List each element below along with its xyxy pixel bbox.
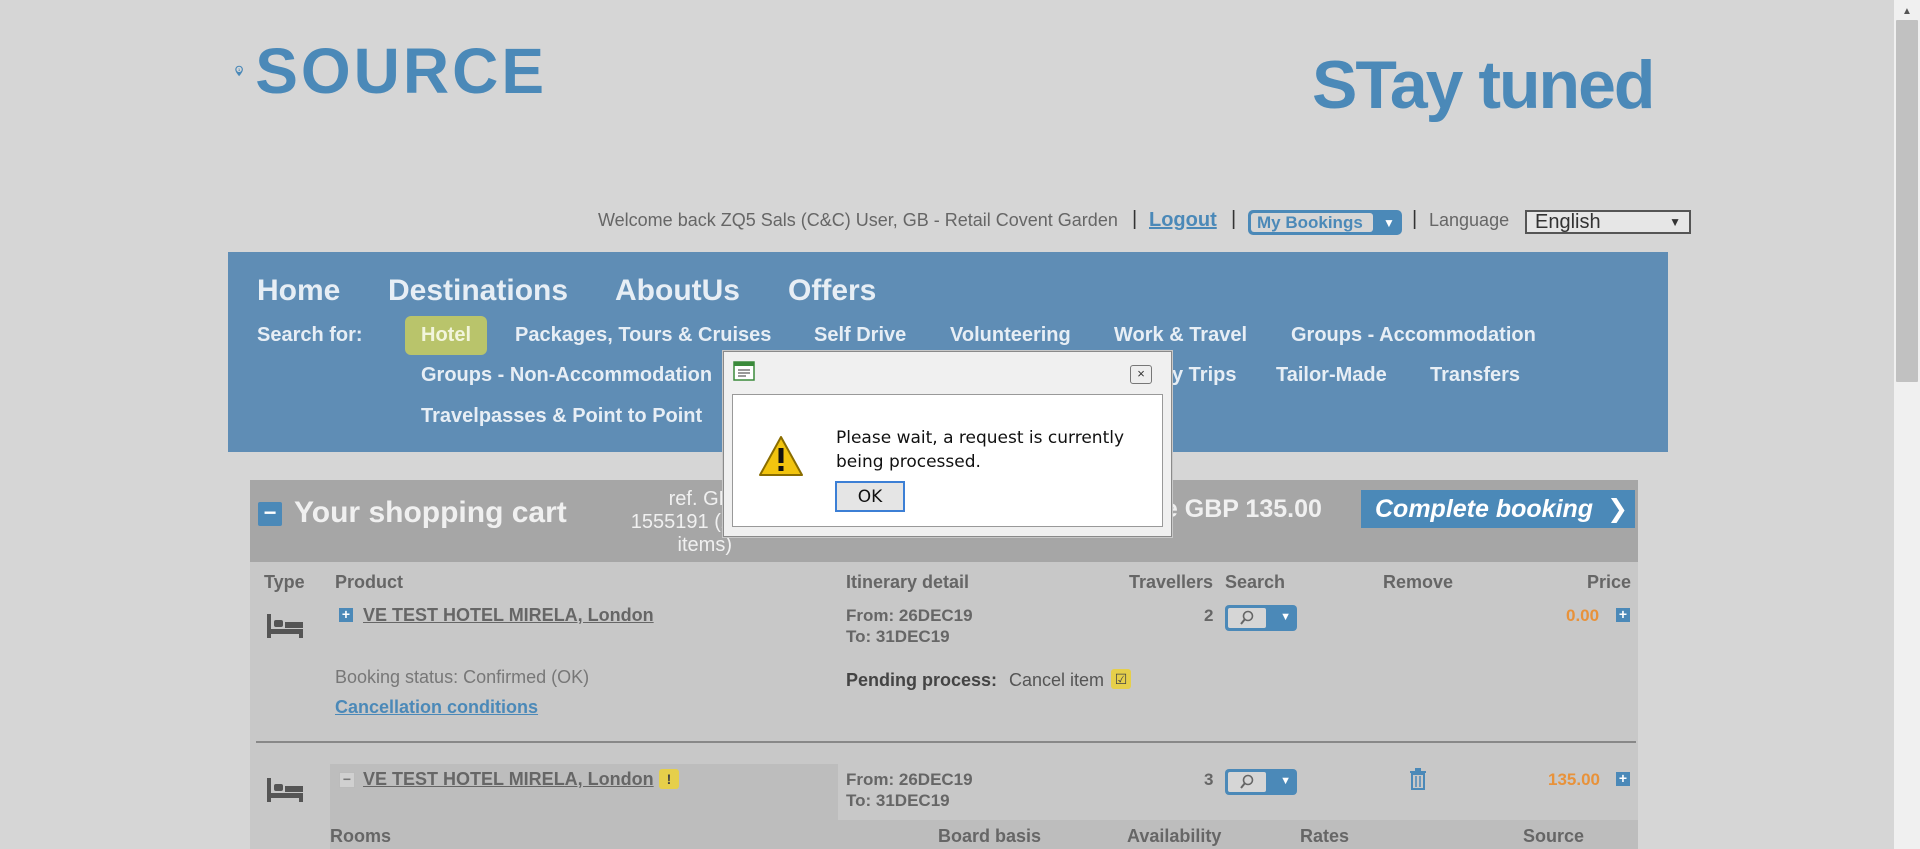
tab-day-trips[interactable]: y Trips bbox=[1172, 364, 1236, 387]
tab-groups-non-accommodation[interactable]: Groups - Non-Accommodation bbox=[421, 364, 712, 387]
processing-dialog: × Please wait, a request is currently be… bbox=[723, 351, 1172, 537]
ok-button[interactable]: OK bbox=[835, 481, 905, 512]
chevron-down-icon: ▼ bbox=[1669, 215, 1681, 229]
language-value: English bbox=[1535, 210, 1601, 233]
cart-reference: ref. GB 1555191 (2 items) bbox=[602, 488, 732, 557]
checklist-icon[interactable]: ☑ bbox=[1111, 669, 1131, 689]
itinerary-detail: From: 26DEC19 To: 31DEC19 bbox=[846, 769, 973, 811]
column-itinerary: Itinerary detail bbox=[846, 572, 970, 592]
item-price: 135.00 bbox=[1548, 770, 1600, 789]
search-dropdown[interactable]: ▼ bbox=[1225, 605, 1297, 631]
pending-process-value: Cancel item bbox=[1009, 670, 1105, 690]
cart-ref-line: ref. GB bbox=[668, 488, 732, 510]
search-icon bbox=[1228, 772, 1266, 792]
dialog-body: Please wait, a request is currently bein… bbox=[732, 394, 1163, 527]
row-divider bbox=[256, 741, 1636, 743]
search-dropdown[interactable]: ▼ bbox=[1225, 769, 1297, 795]
column-travellers: Travellers bbox=[1129, 572, 1214, 592]
column-source: Source bbox=[1523, 826, 1585, 846]
product-link[interactable]: VE TEST HOTEL MIRELA, London bbox=[363, 769, 654, 790]
product-link[interactable]: VE TEST HOTEL MIRELA, London bbox=[363, 605, 654, 626]
logout-link[interactable]: Logout bbox=[1149, 209, 1217, 232]
column-type: Type bbox=[264, 572, 305, 592]
cancellation-conditions-link[interactable]: Cancellation conditions bbox=[335, 697, 538, 718]
booking-status: Booking status: Confirmed (OK) bbox=[335, 667, 590, 687]
tab-transfers[interactable]: Transfers bbox=[1430, 364, 1520, 387]
my-bookings-label: My Bookings bbox=[1251, 213, 1373, 232]
map-pin-icon: 1 bbox=[235, 65, 243, 77]
column-search: Search bbox=[1225, 572, 1286, 592]
chevron-down-icon: ▼ bbox=[1383, 215, 1395, 230]
complete-booking-label: Complete booking bbox=[1375, 494, 1594, 523]
search-icon bbox=[1228, 608, 1266, 628]
tab-travelpasses[interactable]: Travelpasses & Point to Point bbox=[421, 405, 702, 428]
cart-title: Your shopping cart bbox=[294, 496, 567, 529]
my-bookings-dropdown[interactable]: My Bookings ▼ bbox=[1248, 210, 1402, 235]
itinerary-to: To: 31DEC19 bbox=[846, 627, 950, 646]
search-for-label: Search for: bbox=[257, 324, 363, 346]
tab-work-travel[interactable]: Work & Travel bbox=[1114, 324, 1247, 347]
column-price: Price bbox=[1587, 572, 1632, 592]
language-select[interactable]: English ▼ bbox=[1525, 210, 1691, 234]
stay-tuned-logo: STay tuned bbox=[1312, 42, 1655, 128]
nav-home[interactable]: Home bbox=[257, 274, 340, 308]
source-logo: 1 SOURCE bbox=[235, 28, 547, 114]
column-product: Product bbox=[335, 572, 404, 592]
chevron-down-icon: ▼ bbox=[1280, 775, 1291, 787]
column-rates: Rates bbox=[1300, 826, 1350, 846]
tab-volunteering[interactable]: Volunteering bbox=[950, 324, 1071, 347]
scroll-up-icon[interactable]: ▲ bbox=[1902, 6, 1912, 17]
column-remove: Remove bbox=[1383, 572, 1454, 592]
column-rooms: Rooms bbox=[330, 826, 392, 846]
tab-tailor-made[interactable]: Tailor-Made bbox=[1276, 364, 1387, 387]
nav-offers[interactable]: Offers bbox=[788, 274, 876, 308]
stay-tuned-logo-text: STay tuned bbox=[1312, 47, 1655, 123]
warning-icon: ! bbox=[659, 769, 679, 789]
tab-hotel[interactable]: Hotel bbox=[405, 316, 487, 355]
chevron-right-icon: ❯ bbox=[1607, 495, 1629, 523]
nav-aboutus[interactable]: AboutUs bbox=[615, 274, 740, 308]
trash-icon[interactable] bbox=[1409, 768, 1427, 790]
itinerary-detail: From: 26DEC19 To: 31DEC19 bbox=[846, 605, 973, 647]
tab-groups-accommodation[interactable]: Groups - Accommodation bbox=[1291, 324, 1536, 347]
separator: | bbox=[1412, 208, 1418, 230]
cart-ref-line: items) bbox=[677, 534, 732, 556]
tab-self-drive[interactable]: Self Drive bbox=[814, 324, 906, 347]
expand-price-icon[interactable]: + bbox=[1616, 771, 1630, 786]
window-icon bbox=[733, 361, 755, 381]
vertical-scrollbar[interactable]: ▲ bbox=[1894, 0, 1920, 849]
nav-destinations[interactable]: Destinations bbox=[388, 274, 568, 308]
close-icon[interactable]: × bbox=[1130, 365, 1152, 384]
collapse-icon[interactable]: − bbox=[339, 772, 355, 788]
collapse-icon[interactable]: − bbox=[258, 502, 282, 526]
cart-total-price: ce GBP 135.00 bbox=[1150, 495, 1322, 523]
bed-icon bbox=[267, 778, 303, 802]
itinerary-to: To: 31DEC19 bbox=[846, 791, 950, 810]
language-label: Language bbox=[1429, 210, 1510, 230]
itinerary-from: From: 26DEC19 bbox=[846, 606, 973, 625]
complete-booking-button[interactable]: Complete booking ❯ bbox=[1361, 490, 1635, 528]
bed-icon bbox=[267, 614, 303, 638]
welcome-text: Welcome back ZQ5 Sals (C&C) User, GB - R… bbox=[598, 210, 1118, 230]
separator: | bbox=[1132, 208, 1138, 230]
source-logo-text: SOURCE bbox=[255, 35, 547, 107]
chevron-down-icon: ▼ bbox=[1280, 611, 1291, 623]
separator: | bbox=[1231, 208, 1237, 230]
travellers-count: 3 bbox=[1204, 770, 1214, 789]
expand-icon[interactable]: + bbox=[339, 607, 353, 622]
expand-price-icon[interactable]: + bbox=[1616, 607, 1630, 622]
column-availability: Availability bbox=[1127, 826, 1222, 846]
pending-process-label: Pending process: bbox=[846, 670, 998, 690]
column-board-basis: Board basis bbox=[938, 826, 1042, 846]
item-price: 0.00 bbox=[1566, 606, 1600, 625]
travellers-count: 2 bbox=[1204, 606, 1214, 625]
tab-packages[interactable]: Packages, Tours & Cruises bbox=[515, 324, 771, 347]
itinerary-from: From: 26DEC19 bbox=[846, 770, 973, 789]
scrollbar-thumb[interactable] bbox=[1896, 20, 1918, 382]
warning-icon bbox=[759, 436, 803, 476]
dialog-message: Please wait, a request is currently bein… bbox=[836, 428, 1125, 472]
cart-ref-line: 1555191 (2 bbox=[630, 511, 732, 533]
